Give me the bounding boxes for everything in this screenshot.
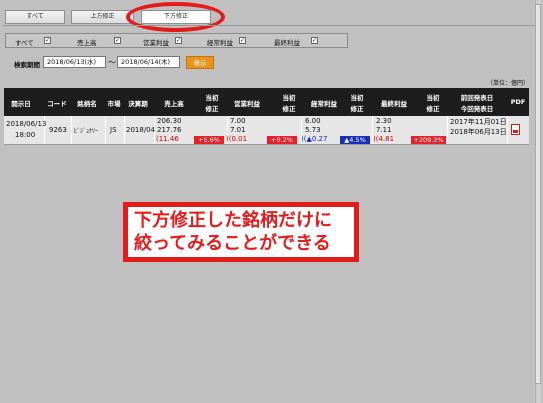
filter-label-sales: 売上高 (77, 39, 97, 47)
th-pdf: PDF (510, 98, 526, 106)
filter-checkbox-net-profit[interactable]: ✓ (311, 37, 318, 44)
scrollbar-thumb[interactable] (535, 4, 541, 384)
cell-period: 2018/04 (126, 126, 156, 134)
tab-all[interactable]: すべて (5, 10, 65, 24)
th-operating-profit[interactable]: 営業利益 (230, 98, 264, 108)
col-divider (507, 116, 508, 144)
cell-op-diff: )(0.01 (226, 135, 248, 143)
cell-name[interactable]: ﾋﾞｼﾞｮﾅﾘｰ (74, 126, 98, 135)
cell-current-date: 2018年06月13日 (450, 128, 507, 136)
pdf-icon[interactable] (511, 124, 520, 135)
filter-label-all: すべて (15, 39, 34, 47)
tab-upward-revision[interactable]: 上方修正 (71, 10, 134, 24)
col-divider (105, 116, 106, 144)
th-ord-revision: 修正 (350, 105, 364, 113)
filter-checkbox-operating-profit[interactable]: ✓ (175, 37, 182, 44)
th-ordinary-profit[interactable]: 経常利益 (307, 98, 341, 108)
col-divider (124, 116, 125, 144)
cell-net-initial: 2.30 (376, 117, 392, 125)
date-to-input[interactable]: 2018/06/14(木) (117, 56, 180, 68)
filter-label-ordinary-profit: 経常利益 (207, 39, 233, 47)
cell-ord-pct-badge: ▲4.5% (340, 136, 370, 144)
cell-code: 9263 (49, 126, 67, 134)
th-date[interactable]: 開示日 (6, 98, 36, 108)
filter-label-operating-profit: 営業利益 (143, 39, 169, 47)
col-divider (71, 116, 72, 144)
cell-ord-diff: )(▲0.27 (301, 135, 328, 143)
th-net-revision: 修正 (426, 105, 440, 113)
table-bottom-line (4, 144, 529, 145)
th-current-date: 今回発表日 (460, 105, 494, 113)
show-button[interactable]: 表示 (186, 56, 214, 69)
cell-time: 18:00 (15, 131, 36, 139)
highlight-oval (126, 2, 225, 32)
cell-previous-date: 2017年11月01日 (450, 118, 507, 126)
th-ord-initial: 当初 (350, 94, 364, 102)
filter-checkbox-sales[interactable]: ✓ (114, 37, 121, 44)
filter-checkbox-ordinary-profit[interactable]: ✓ (239, 37, 246, 44)
cell-sales-pct-badge: +5.6% (194, 136, 224, 144)
th-market[interactable]: 市場 (105, 98, 123, 108)
unit-label: （単位：億円） (486, 80, 529, 87)
annotation-line-2: 絞ってみることができる (134, 233, 331, 254)
cell-net-pct-badge: +209.2% (411, 136, 446, 144)
th-code[interactable]: コード (44, 98, 70, 108)
period-label: 検索期間 (14, 61, 40, 69)
annotation-box: 下方修正した銘柄だけに 絞ってみることができる (123, 202, 359, 262)
tab-divider (3, 25, 540, 26)
th-op-initial: 当初 (282, 94, 296, 102)
cell-market: JS (110, 126, 117, 134)
filter-label-net-profit: 最終利益 (274, 39, 300, 47)
cell-net-revised: 7.11 (376, 126, 392, 134)
col-divider (447, 116, 448, 144)
th-sales-revision: 修正 (205, 105, 219, 113)
cell-op-pct-badge: +0.2% (267, 136, 297, 144)
th-net-profit[interactable]: 最終利益 (377, 98, 411, 108)
cell-op-revised: 7.01 (230, 126, 246, 134)
cell-sales-initial: 206.30 (157, 117, 182, 125)
cell-op-initial: 7.00 (230, 117, 246, 125)
filter-box: すべて ✓ 売上高 ✓ 営業利益 ✓ 経常利益 ✓ 最終利益 ✓ (5, 33, 348, 48)
table-header: 開示日 コード 銘柄名 市場 決算期 売上高 当初 修正 営業利益 当初 修正 … (4, 88, 529, 116)
cell-net-diff: )(4.81 (373, 135, 395, 143)
cell-ord-initial: 6.00 (305, 117, 321, 125)
cell-date: 2018/06/13 (6, 120, 47, 128)
cell-sales-diff: (11.46 (156, 135, 179, 143)
th-sales-initial: 当初 (205, 94, 219, 102)
filter-checkbox-all[interactable]: ✓ (44, 37, 51, 44)
th-name[interactable]: 銘柄名 (71, 98, 103, 108)
th-sales[interactable]: 売上高 (159, 98, 189, 108)
annotation-line-1: 下方修正した銘柄だけに (134, 210, 332, 231)
cell-sales-revised: 217.76 (157, 126, 182, 134)
cell-ord-revised: 5.73 (305, 126, 321, 134)
th-op-revision: 修正 (282, 105, 296, 113)
th-net-initial: 当初 (426, 94, 440, 102)
th-previous-date: 前回発表日 (460, 94, 494, 102)
date-from-input[interactable]: 2018/06/13(水) (43, 56, 106, 68)
date-separator: 〜 (108, 58, 116, 67)
th-period[interactable]: 決算期 (124, 98, 152, 108)
